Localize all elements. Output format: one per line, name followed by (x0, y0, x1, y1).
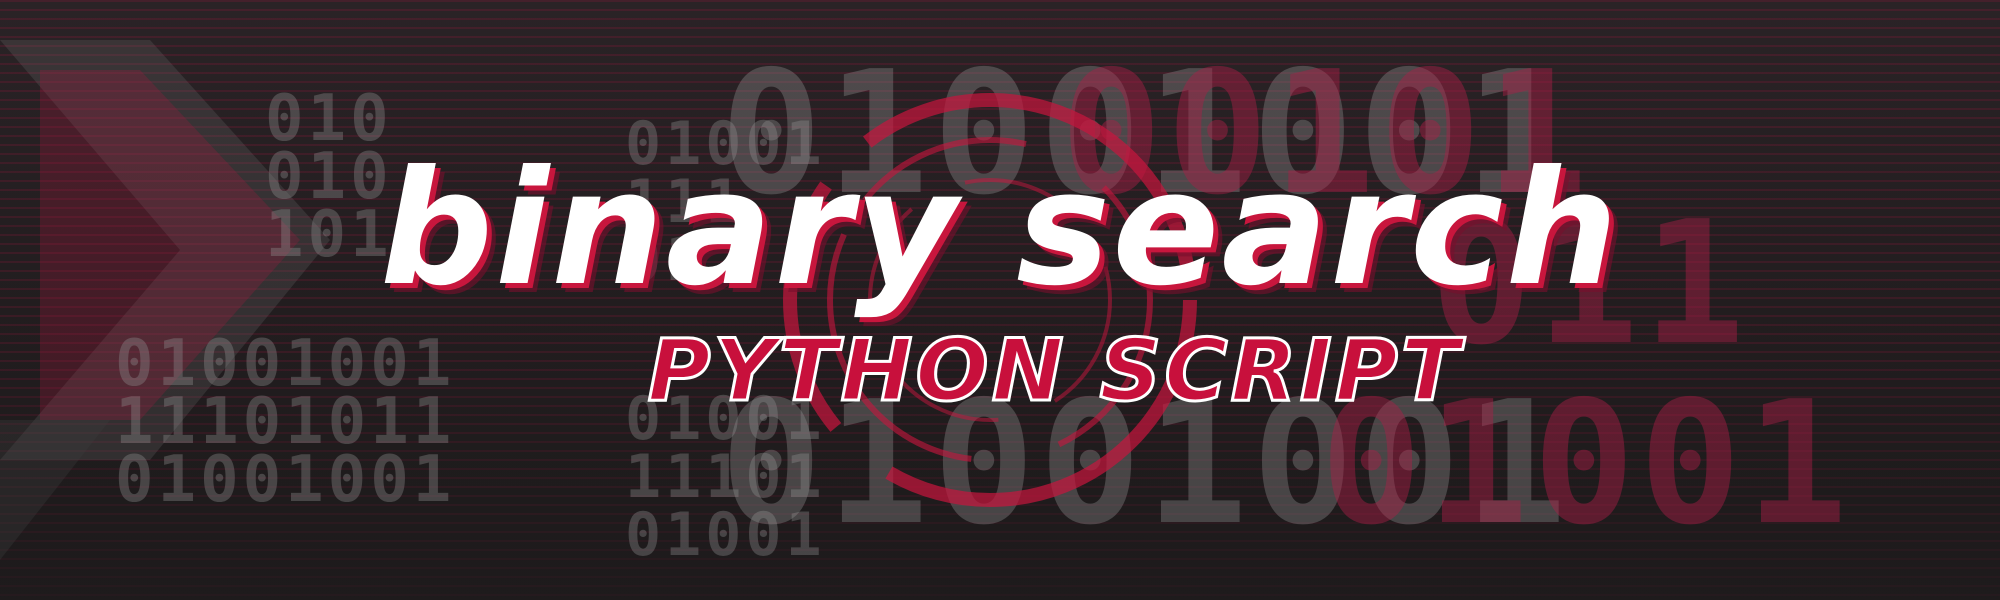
banner: 01001001 00101 011 01001001 01001 010 01… (0, 0, 2000, 600)
banner-title: binary search (379, 137, 1621, 321)
banner-subtitle: PYTHON SCRIPT (646, 321, 1463, 421)
